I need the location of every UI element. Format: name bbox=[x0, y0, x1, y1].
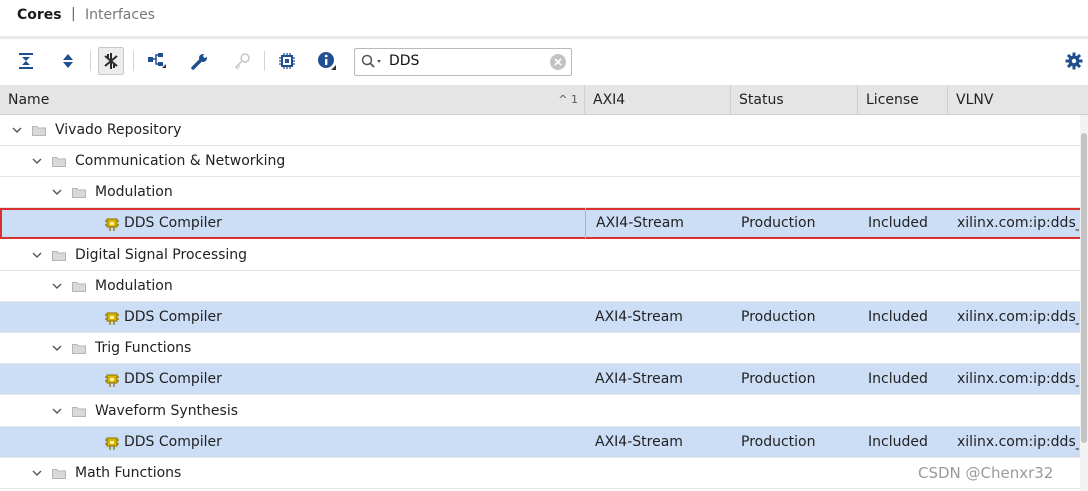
folder-row[interactable]: Waveform Synthesis bbox=[0, 396, 1082, 427]
toolbar-divider bbox=[264, 51, 265, 71]
ip-status: Production bbox=[741, 434, 816, 450]
ip-status: Production bbox=[741, 371, 816, 387]
chevron-down-icon[interactable] bbox=[32, 156, 42, 166]
folder-label: Communication & Networking bbox=[75, 153, 286, 169]
chip-icon[interactable] bbox=[274, 47, 300, 75]
sort-indicator: ^ 1 bbox=[558, 93, 578, 106]
ip-axi: AXI4-Stream bbox=[585, 208, 731, 239]
ip-row[interactable]: DDS Compiler AXI4-Stream Production Include… bbox=[0, 302, 1082, 333]
chevron-down-icon[interactable] bbox=[32, 250, 42, 260]
chevron-down-icon[interactable] bbox=[32, 468, 42, 478]
filter-toggle-icon[interactable] bbox=[98, 47, 124, 75]
scrollbar-thumb[interactable] bbox=[1081, 133, 1087, 443]
wrench-icon[interactable] bbox=[187, 47, 213, 75]
collapse-all-icon[interactable] bbox=[13, 47, 39, 75]
chevron-down-icon[interactable] bbox=[52, 187, 62, 197]
folder-row[interactable]: Communication & Networking bbox=[0, 146, 1082, 177]
folder-label: Vivado Repository bbox=[55, 122, 182, 138]
ip-vlnv: xilinx.com:ip:dds_ bbox=[957, 434, 1079, 450]
chevron-down-icon[interactable] bbox=[52, 281, 62, 291]
search-field[interactable]: DDS bbox=[354, 48, 572, 76]
ip-core-icon bbox=[105, 437, 119, 450]
expand-all-icon[interactable] bbox=[55, 47, 81, 75]
folder-label: Math Functions bbox=[75, 465, 182, 481]
ip-axi: AXI4-Stream bbox=[595, 309, 683, 325]
folder-label: Modulation bbox=[95, 184, 173, 200]
search-input[interactable]: DDS bbox=[389, 53, 419, 69]
ip-core-icon bbox=[105, 312, 119, 325]
toolbar-divider bbox=[133, 51, 134, 71]
tab-interfaces[interactable]: Interfaces bbox=[85, 7, 155, 23]
ip-status: Production bbox=[741, 215, 816, 231]
folder-icon bbox=[72, 188, 86, 198]
ip-name: DDS Compiler bbox=[124, 309, 222, 325]
ip-name: DDS Compiler bbox=[124, 371, 222, 387]
ip-vlnv: xilinx.com:ip:dds_ bbox=[957, 309, 1079, 325]
tab-separator: | bbox=[71, 6, 76, 22]
tab-cores[interactable]: Cores bbox=[17, 7, 62, 23]
toolbar: DDS bbox=[0, 39, 1088, 85]
ip-row[interactable]: DDS Compiler AXI4-Stream Production Include… bbox=[0, 427, 1082, 458]
panel-tabs: Cores | Interfaces bbox=[0, 0, 1088, 36]
ip-vlnv: xilinx.com:ip:dds_ bbox=[957, 371, 1079, 387]
hierarchy-icon[interactable] bbox=[144, 47, 170, 75]
ip-axi: AXI4-Stream bbox=[595, 371, 683, 387]
column-axi-header[interactable]: AXI4 bbox=[585, 85, 731, 115]
column-vlnv-header[interactable]: VLNV bbox=[948, 85, 1088, 115]
info-icon[interactable] bbox=[314, 47, 340, 75]
chevron-down-icon[interactable] bbox=[52, 406, 62, 416]
column-license-header[interactable]: License bbox=[858, 85, 948, 115]
folder-icon bbox=[72, 407, 86, 417]
ip-status: Production bbox=[741, 309, 816, 325]
folder-icon bbox=[32, 126, 46, 136]
folder-icon bbox=[52, 469, 66, 479]
ip-vlnv: xilinx.com:ip:dds_ bbox=[957, 215, 1079, 231]
chevron-down-icon[interactable] bbox=[52, 343, 62, 353]
folder-row[interactable]: Modulation bbox=[0, 271, 1082, 302]
key-icon bbox=[229, 47, 255, 75]
folder-icon bbox=[52, 251, 66, 261]
ip-name: DDS Compiler bbox=[124, 434, 222, 450]
folder-icon bbox=[72, 344, 86, 354]
folder-label: Modulation bbox=[95, 278, 173, 294]
folder-row[interactable]: Modulation bbox=[0, 177, 1082, 208]
clear-icon[interactable] bbox=[550, 54, 566, 70]
settings-gear-icon[interactable] bbox=[1065, 52, 1083, 70]
toolbar-divider bbox=[90, 51, 91, 71]
ip-row[interactable]: DDS Compiler AXI4-Stream Production Include… bbox=[0, 208, 1082, 239]
ip-name: DDS Compiler bbox=[124, 215, 222, 231]
folder-label: Digital Signal Processing bbox=[75, 247, 248, 263]
ip-license: Included bbox=[868, 215, 928, 231]
vertical-scrollbar[interactable] bbox=[1080, 115, 1088, 491]
table-header: Name ^ 1 AXI4 Status License VLNV bbox=[0, 85, 1088, 115]
chevron-down-icon[interactable] bbox=[12, 125, 22, 135]
ip-core-icon bbox=[105, 218, 119, 231]
ip-license: Included bbox=[868, 309, 928, 325]
folder-label: Trig Functions bbox=[95, 340, 192, 356]
search-icon bbox=[361, 54, 381, 68]
column-name-header[interactable]: Name ^ 1 bbox=[0, 85, 585, 115]
folder-row[interactable]: Digital Signal Processing bbox=[0, 240, 1082, 271]
ip-core-icon bbox=[105, 374, 119, 387]
ip-row[interactable]: DDS Compiler AXI4-Stream Production Include… bbox=[0, 364, 1082, 395]
folder-row[interactable]: Vivado Repository bbox=[0, 115, 1082, 146]
column-status-header[interactable]: Status bbox=[731, 85, 858, 115]
folder-icon bbox=[52, 157, 66, 167]
folder-row[interactable]: Trig Functions bbox=[0, 333, 1082, 364]
ip-axi: AXI4-Stream bbox=[595, 434, 683, 450]
folder-label: Waveform Synthesis bbox=[95, 403, 239, 419]
watermark: CSDN @Chenxr32 bbox=[918, 464, 1054, 482]
ip-license: Included bbox=[868, 434, 928, 450]
column-name-label: Name bbox=[8, 92, 50, 108]
ip-license: Included bbox=[868, 371, 928, 387]
folder-icon bbox=[72, 282, 86, 292]
